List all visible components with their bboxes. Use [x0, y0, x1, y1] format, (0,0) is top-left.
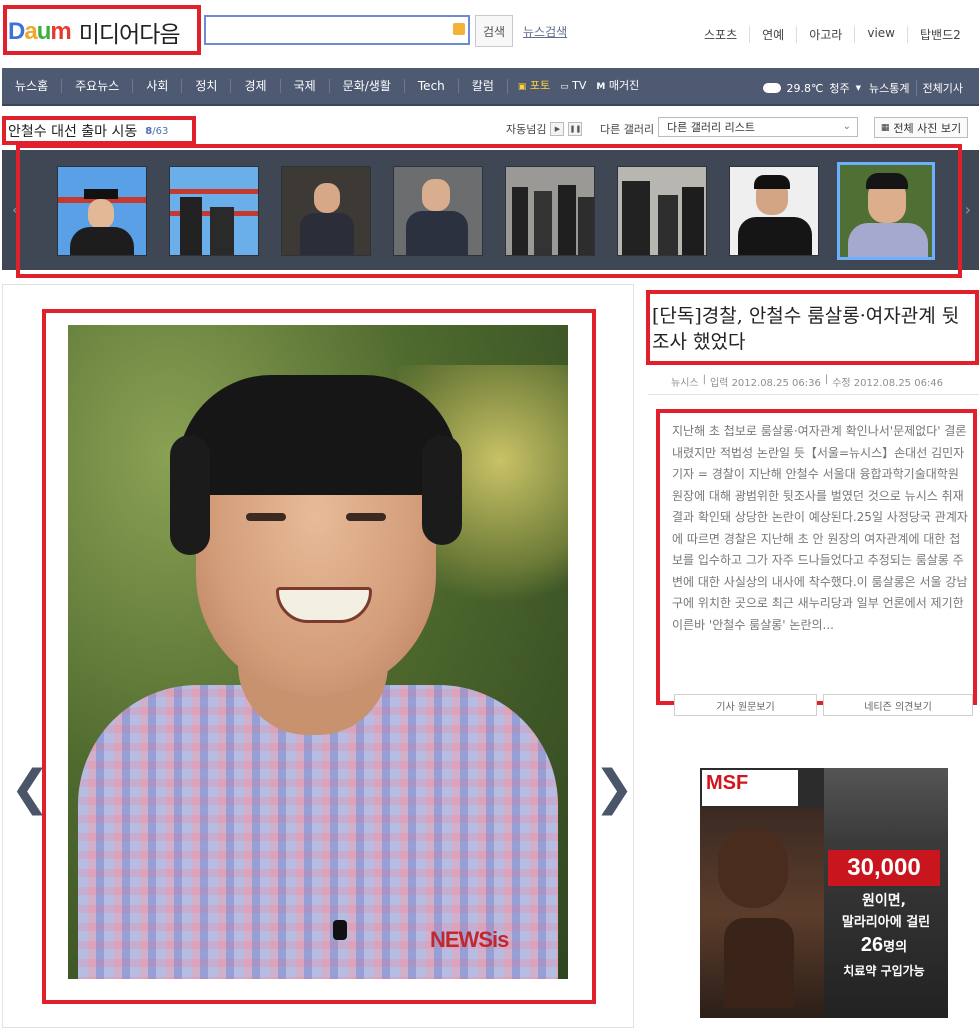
ad-amount: 30,000 — [828, 850, 940, 886]
top-link-entertainment[interactable]: 연예 — [749, 26, 796, 43]
msf-logo: MSF — [702, 770, 798, 806]
nav-magazine-label: 매거진 — [608, 78, 640, 92]
article-body: 지난해 초 첩보로 룸살롱·여자관계 확인나서'문제없다' 결론내렸지만 적법성… — [672, 424, 968, 632]
view-comments-button[interactable]: 네티즌 의견보기 — [823, 694, 973, 716]
weather-city: 청주 — [829, 82, 850, 95]
grid-icon: ▦ — [880, 122, 890, 133]
article-source: 뉴시스 — [671, 378, 699, 389]
next-photo-icon[interactable]: ❯ — [594, 760, 634, 816]
nav-right-links: 뉴스통계 전체기사 — [863, 80, 969, 96]
divider — [648, 394, 979, 395]
nav-all-articles[interactable]: 전체기사 — [915, 80, 969, 96]
autoplay-control: 자동넘김 ▶ ❚❚ — [506, 121, 583, 137]
thumbnail-strip: ‹ › — [2, 150, 979, 270]
logo-brand: Daum — [8, 18, 72, 45]
chevron-down-icon: ⌄ — [842, 121, 851, 132]
all-photos-button[interactable]: ▦ 전체 사진 보기 — [874, 117, 968, 138]
tv-icon: ▭ — [560, 81, 569, 92]
thumbnail-4[interactable] — [393, 166, 483, 256]
article-input-time: 입력 2012.08.25 06:36 — [709, 378, 821, 389]
ad-text-line2: 말라리아에 걸린 — [841, 915, 931, 930]
chevron-down-icon: ▼ — [855, 84, 861, 92]
nav-tv[interactable]: ▭ TV — [555, 79, 591, 94]
top-link-agora[interactable]: 아고라 — [796, 26, 854, 43]
pause-icon: ❚❚ — [569, 125, 582, 133]
nav-world[interactable]: 국제 — [279, 79, 329, 93]
nav-photo[interactable]: ▣ 포토 — [506, 78, 555, 94]
nav-tv-label: TV — [572, 78, 587, 92]
photo-icon: ▣ — [517, 81, 527, 92]
news-search-link[interactable]: 뉴스검색 — [523, 23, 567, 40]
ad-text-line3: 26명의 — [828, 934, 940, 957]
strip-next-icon[interactable]: › — [965, 200, 971, 219]
view-original-button[interactable]: 기사 원문보기 — [674, 694, 817, 716]
search-box[interactable] — [204, 15, 470, 45]
msf-logo-text: MSF — [706, 772, 749, 794]
all-photos-label: 전체 사진 보기 — [893, 121, 962, 135]
top-links: 스포츠 연예 아고라 view 탑밴드2 — [700, 26, 973, 43]
search-dropdown-icon[interactable] — [453, 23, 465, 35]
nav-column[interactable]: 칼럼 — [457, 79, 507, 93]
ad-text-line1: 원이면, — [862, 893, 906, 909]
nav-politics[interactable]: 정치 — [181, 79, 230, 93]
search-button[interactable]: 검색 — [475, 15, 513, 47]
thumbnail-3[interactable] — [281, 166, 371, 256]
thumbnail-8-active[interactable] — [837, 162, 935, 260]
magazine-icon: M — [596, 81, 606, 92]
autoplay-label: 자동넘김 — [506, 123, 547, 136]
nav-main-news[interactable]: 주요뉴스 — [61, 79, 132, 93]
nav-magazine[interactable]: M 매거진 — [591, 79, 644, 94]
other-gallery-select-value: 다른 갤러리 리스트 — [667, 121, 755, 134]
prev-photo-icon[interactable]: ❮ — [10, 760, 50, 816]
ad-count: 26 — [860, 934, 884, 956]
nav-society[interactable]: 사회 — [132, 79, 181, 93]
ad-text-line4: 치료약 구입가능 — [843, 964, 925, 978]
gallery-title-text: 안철수 대선 출마 시동 — [8, 124, 138, 140]
thumbnail-7[interactable] — [729, 166, 819, 256]
thumbnail-2[interactable] — [169, 166, 259, 256]
article-modified-time: 수정 2012.08.25 06:46 — [832, 378, 944, 389]
gallery-title: 안철수 대선 출마 시동 8/63 — [8, 121, 168, 141]
weather-widget[interactable]: 29.8℃ 청주 ▼ — [762, 80, 861, 96]
main-nav: 뉴스홈 주요뉴스 사회 정치 경제 국제 문화/생활 Tech 칼럼 ▣ 포토 … — [2, 68, 979, 106]
daum-logo[interactable]: Daum 미디어다음 — [8, 12, 181, 52]
main-photo[interactable]: NEWSis — [68, 325, 568, 979]
nav-economy[interactable]: 경제 — [230, 79, 279, 93]
ad-count-unit: 명의 — [883, 940, 908, 955]
search-input[interactable] — [206, 17, 468, 43]
top-link-sports[interactable]: 스포츠 — [700, 26, 749, 43]
thumbnail-5[interactable] — [505, 166, 595, 256]
top-link-view[interactable]: view — [854, 26, 907, 43]
nav-culture[interactable]: 문화/생활 — [328, 79, 404, 93]
nav-tech[interactable]: Tech — [403, 79, 458, 93]
article-meta: 뉴시스 | 입력 2012.08.25 06:36 | 수정 2012.08.2… — [671, 374, 943, 389]
gallery-total: /63 — [152, 125, 169, 137]
other-gallery-select[interactable]: 다른 갤러리 리스트 ⌄ — [658, 117, 858, 137]
pause-button[interactable]: ❚❚ — [568, 122, 583, 136]
strip-prev-icon[interactable]: ‹ — [12, 200, 18, 219]
nav-photo-label: 포토 — [529, 78, 551, 92]
advertisement[interactable]: MSF 30,000 원이면, 말라리아에 걸린 26명의 치료약 구입가능 — [700, 768, 948, 1018]
nav-news-stats[interactable]: 뉴스통계 — [863, 80, 915, 96]
other-gallery-label: 다른 갤러리 — [600, 123, 655, 136]
thumbnail-6[interactable] — [617, 166, 707, 256]
meta-divider: | — [824, 374, 829, 385]
top-link-topband[interactable]: 탑밴드2 — [906, 26, 973, 43]
nav-news-home[interactable]: 뉴스홈 — [2, 79, 61, 93]
meta-divider: | — [702, 374, 706, 385]
thumbnail-1[interactable] — [57, 166, 147, 256]
gallery-counter: 8/63 — [145, 126, 168, 137]
play-icon: ▶ — [554, 125, 561, 133]
photo-watermark: NEWSis — [430, 927, 509, 952]
cloud-icon — [762, 83, 781, 93]
article-headline[interactable]: [단독]경찰, 안철수 룸살롱·여자관계 뒷조사 했었다 — [652, 303, 976, 355]
play-button[interactable]: ▶ — [550, 122, 565, 136]
weather-temp: 29.8℃ — [786, 81, 824, 95]
logo-text: 미디어다음 — [78, 22, 181, 48]
